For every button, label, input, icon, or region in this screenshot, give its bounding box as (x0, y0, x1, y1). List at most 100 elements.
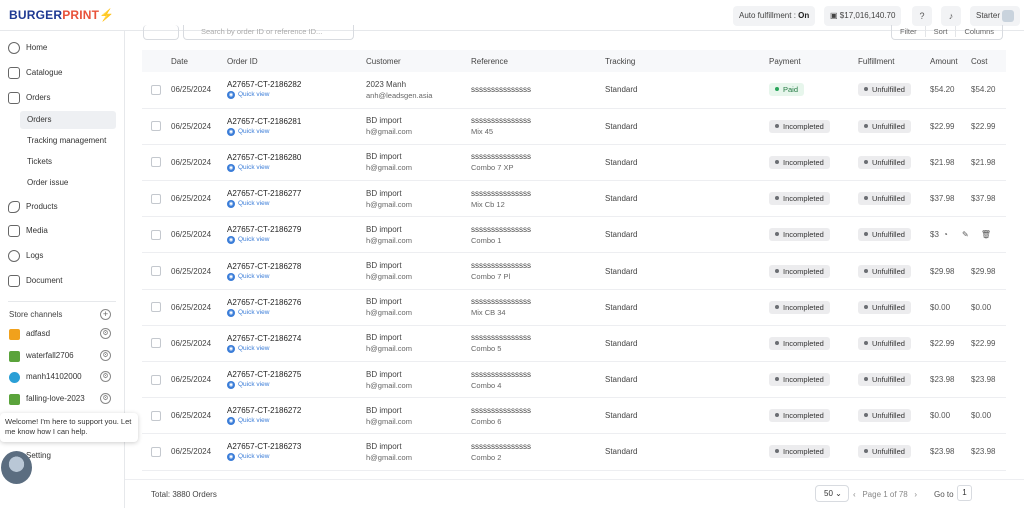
reference-sub: Combo 7 XP (471, 163, 514, 173)
sidebar-item-catalogue[interactable]: Catalogue (8, 63, 118, 83)
sidebar-item-document[interactable]: Document (8, 271, 118, 291)
store-item[interactable]: manh14102000 ⚙ (9, 369, 117, 385)
auto-fulfillment-toggle[interactable]: Auto fulfillment : On (733, 6, 816, 26)
gear-icon[interactable]: ⚙ (100, 371, 111, 382)
sidebar-item-products[interactable]: Products (8, 197, 118, 217)
column-header[interactable]: Reference (471, 50, 605, 72)
sidebar-subitem-tracking[interactable]: Tracking management (20, 132, 116, 150)
row-checkbox[interactable] (151, 121, 161, 132)
quick-view-link[interactable]: ◉ Quick view (227, 236, 366, 245)
store-item[interactable]: falling-love-2023 ⚙ (9, 391, 117, 407)
column-header[interactable]: Date (171, 50, 227, 72)
column-header[interactable]: Fulfillment (858, 50, 930, 72)
edit-icon[interactable]: ✎ (961, 230, 970, 239)
quick-view-link[interactable]: ◉ Quick view (227, 272, 366, 281)
store-item[interactable]: adfasd ⚙ (9, 326, 117, 342)
row-checkbox[interactable] (151, 302, 161, 313)
trash-icon[interactable]: 🗑 (981, 230, 991, 239)
table-row[interactable]: 06/25/2024 A27657-CT-2186280 ◉ Quick view BD… (142, 144, 1006, 181)
prev-page-button[interactable]: ‹ (853, 490, 856, 499)
table-row[interactable]: 06/25/2024 A27657-CT-2186274 ◉ Quick view BD… (142, 325, 1006, 362)
gear-icon[interactable]: ⚙ (100, 350, 111, 361)
sidebar-subitem-tickets[interactable]: Tickets (20, 153, 116, 171)
plan-menu[interactable]: Starter (970, 6, 1021, 26)
column-header[interactable]: Payment (769, 50, 858, 72)
quick-view-link[interactable]: ◉ Quick view (227, 127, 366, 136)
support-chat-tooltip[interactable]: Welcome! I'm here to support you. Let me… (0, 413, 138, 442)
order-id[interactable]: A27657-CT-2186275 (227, 370, 366, 379)
quick-view-link[interactable]: ◉ Quick view (227, 417, 366, 426)
table-row[interactable]: 06/25/2024 A27657-CT-2186281 ◉ Quick view BD… (142, 108, 1006, 145)
brand-logo[interactable]: BURGERPRINT⚡ (9, 8, 114, 22)
column-header[interactable]: Customer (366, 50, 471, 72)
quick-view-link[interactable]: ◉ Quick view (227, 200, 366, 209)
sidebar-item-home[interactable]: Home (8, 38, 118, 58)
sidebar-item-label: Orders (26, 93, 51, 102)
column-header[interactable]: Order ID (227, 50, 366, 72)
table-row[interactable]: 06/25/2024 A27657-CT-2186277 ◉ Quick view BD… (142, 181, 1006, 217)
sidebar-item-media[interactable]: Media (8, 221, 118, 241)
order-id[interactable]: A27657-CT-2186279 (227, 225, 366, 234)
total-orders: Total: 3880 Orders (151, 490, 217, 499)
order-id[interactable]: A27657-CT-2186274 (227, 334, 366, 343)
goto-input[interactable]: 1 (957, 485, 972, 501)
row-checkbox[interactable] (151, 374, 161, 385)
table-row[interactable]: 06/25/2024 A27657-CT-2186273 ◉ Quick view BD… (142, 434, 1006, 471)
column-header[interactable]: Cost (971, 50, 1006, 72)
order-id[interactable]: A27657-CT-2186277 (227, 189, 366, 198)
store-item[interactable]: waterfall2706 ⚙ (9, 348, 117, 364)
row-checkbox[interactable] (151, 266, 161, 277)
search-input[interactable]: Search by order ID or reference ID... (183, 25, 354, 40)
quick-view-link[interactable]: ◉ Quick view (227, 308, 366, 317)
order-id[interactable]: A27657-CT-2186278 (227, 262, 366, 271)
table-row[interactable]: 06/25/2024 A27657-CT-2186278 ◉ Quick view BD… (142, 253, 1006, 290)
gear-icon[interactable]: ⚙ (100, 393, 111, 404)
add-store-button[interactable]: + (100, 309, 111, 320)
table-row[interactable]: 06/25/2024 A27657-CT-2186282 ◉ Quick view 20… (142, 72, 1006, 109)
refresh-icon[interactable]: ◔ (941, 230, 950, 239)
filter-button[interactable]: Filter (892, 26, 926, 37)
order-id[interactable]: A27657-CT-2186282 (227, 80, 366, 89)
quick-view-link[interactable]: ◉ Quick view (227, 381, 366, 390)
sidebar-item-logs[interactable]: Logs (8, 246, 118, 266)
table-row[interactable]: 06/25/2024 A27657-CT-2186276 ◉ Quick view BD… (142, 289, 1006, 326)
quick-view-link[interactable]: ◉ Quick view (227, 163, 366, 172)
quick-view-link[interactable]: ◉ Quick view (227, 453, 366, 462)
order-id[interactable]: A27657-CT-2186276 (227, 298, 366, 307)
column-header[interactable]: Tracking (605, 50, 769, 72)
quick-view-link[interactable]: ◉ Quick view (227, 344, 366, 353)
gear-icon[interactable]: ⚙ (100, 328, 111, 339)
column-header[interactable]: Amount (930, 50, 971, 72)
order-id[interactable]: A27657-CT-2186272 (227, 406, 366, 415)
next-page-button[interactable]: › (914, 490, 917, 499)
table-row[interactable]: 06/25/2024 A27657-CT-2186272 ◉ Quick view BD… (142, 398, 1006, 434)
payment-status: Incompleted (783, 194, 824, 204)
fulfillment-cell: Unfulfilled (858, 289, 930, 325)
notifications-button[interactable]: ♪ (941, 6, 961, 26)
sort-button[interactable]: Sort (926, 26, 957, 37)
select-all-dropdown[interactable] (143, 25, 179, 40)
table-row[interactable]: 06/25/2024 A27657-CT-2186275 ◉ Quick view BD… (142, 362, 1006, 398)
help-button[interactable]: ? (912, 6, 932, 26)
table-row[interactable]: 06/25/2024 A27657-CT-2186279 ◉ Quick view BD… (142, 217, 1006, 253)
row-checkbox[interactable] (151, 338, 161, 349)
order-id[interactable]: A27657-CT-2186281 (227, 117, 366, 126)
support-avatar[interactable] (1, 451, 32, 484)
row-checkbox[interactable] (151, 446, 161, 457)
per-page-select[interactable]: 50 ⌄ (815, 485, 849, 502)
row-checkbox[interactable] (151, 84, 161, 95)
quick-view-link[interactable]: ◉ Quick view (227, 91, 366, 100)
sidebar-subitem-orders[interactable]: Orders (20, 111, 116, 129)
row-checkbox[interactable] (151, 157, 161, 168)
row-checkbox[interactable] (151, 229, 161, 240)
date-cell: 06/25/2024 (171, 121, 212, 131)
quick-view-label: Quick view (238, 417, 270, 425)
balance-pill[interactable]: ▣ $17,016,140.70 (824, 6, 902, 26)
sidebar-subitem-order-issue[interactable]: Order issue (20, 174, 116, 192)
order-id[interactable]: A27657-CT-2186273 (227, 442, 366, 451)
order-id[interactable]: A27657-CT-2186280 (227, 153, 366, 162)
columns-button[interactable]: Columns (956, 26, 1002, 37)
sidebar-item-orders[interactable]: Orders (8, 88, 118, 108)
row-checkbox[interactable] (151, 193, 161, 204)
row-checkbox[interactable] (151, 410, 161, 421)
